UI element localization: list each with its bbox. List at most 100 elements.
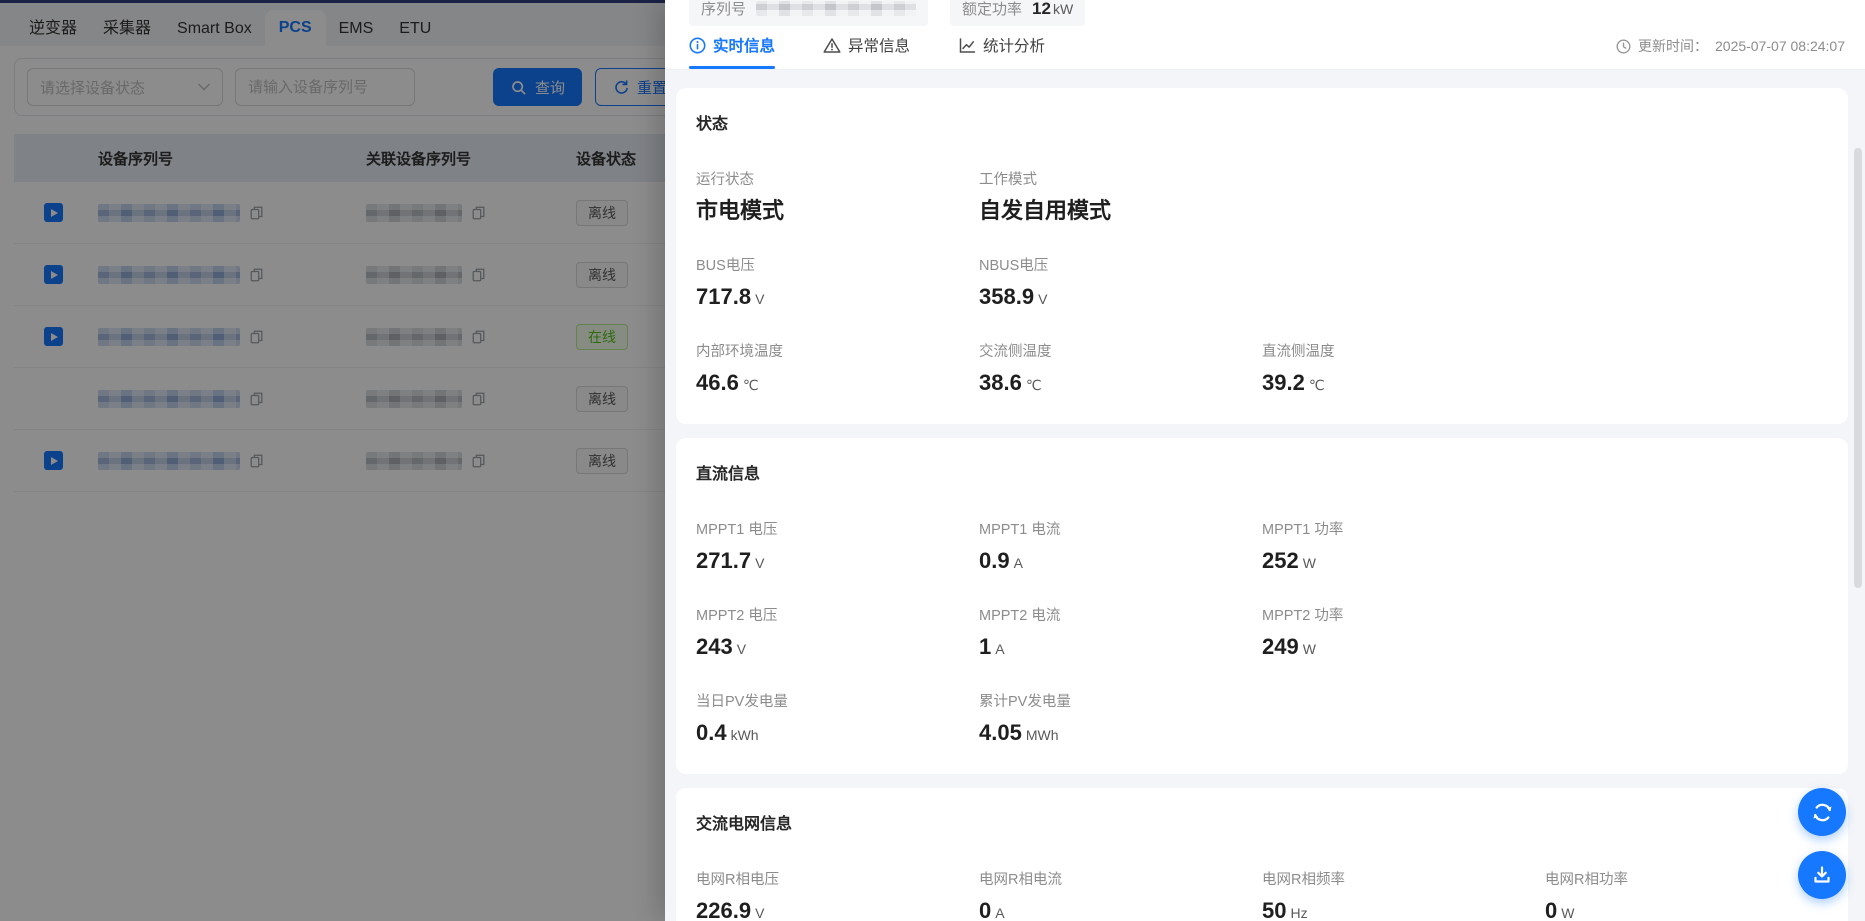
floating-actions [1798,788,1846,899]
metric-value: 717.8V [696,284,979,312]
tab-abnormal-info[interactable]: 异常信息 [823,34,910,69]
metric-unit: ℃ [743,377,759,393]
metric-unit: ℃ [1026,377,1042,393]
clock-icon [1616,39,1631,54]
metric-unit: W [1561,905,1574,921]
metric: MPPT2 功率 249W [1262,604,1545,662]
metric-label: MPPT2 电压 [696,604,979,625]
metric-label: 电网R相电压 [696,868,979,889]
metric-unit: W [1303,641,1316,657]
metric-value: 226.9V [696,898,979,921]
metric: 当日PV发电量 0.4kWh [696,690,979,748]
metric-value: 271.7V [696,548,979,576]
metric: MPPT2 电流 1A [979,604,1262,662]
refresh-fab-button[interactable] [1798,788,1846,836]
metric-label: MPPT1 电流 [979,518,1262,539]
metric-value: 38.6℃ [979,370,1262,398]
metric-value: 46.6℃ [696,370,979,398]
serial-label: 序列号 [701,0,746,19]
metric-row: 内部环境温度 46.6℃ 交流侧温度 38.6℃ 直流侧温度 39.2℃ [696,340,1828,398]
metric-label: NBUS电压 [979,254,1262,275]
metric-label: 累计PV发电量 [979,690,1262,711]
metric-label: 交流侧温度 [979,340,1262,361]
metric-row: MPPT1 电压 271.7V MPPT1 电流 0.9A MPPT1 功率 252W [696,518,1828,576]
drawer-scrollbar[interactable] [1854,148,1862,588]
rated-power-unit: kW [1053,1,1073,17]
metric-label: 内部环境温度 [696,340,979,361]
metric-value: 市电模式 [696,198,979,226]
metric-label: MPPT1 电压 [696,518,979,539]
metric-unit: A [995,905,1004,921]
serial-redacted [756,1,916,16]
metric: NBUS电压 358.9V [979,254,1262,312]
metric: 电网R相电压 226.9V [696,868,979,921]
download-fab-button[interactable] [1798,851,1846,899]
metric-value: 50Hz [1262,898,1545,921]
metric-value: 358.9V [979,284,1262,312]
metric-value: 252W [1262,548,1545,576]
metric-label: 电网R相电流 [979,868,1262,889]
metric-value: 1A [979,634,1262,662]
metric-value: 243V [696,634,979,662]
refresh-icon [1810,800,1835,825]
metric-value: 4.05MWh [979,720,1262,748]
metric-label: 电网R相频率 [1262,868,1545,889]
update-time-value: 2025-07-07 08:24:07 [1715,38,1845,54]
rated-power-chip: 额定功率 12kW [950,0,1085,26]
metric-value: 39.2℃ [1262,370,1545,398]
metric: 电网R相频率 50Hz [1262,868,1545,921]
metric: MPPT1 功率 252W [1262,518,1545,576]
metric: 工作模式自发自用模式 [979,168,1262,226]
metric-label: 电网R相功率 [1545,868,1828,889]
metric-unit: V [1038,291,1047,307]
metric-row: MPPT2 电压 243V MPPT2 电流 1A MPPT2 功率 249W [696,604,1828,662]
metric: 电网R相电流0A [979,868,1262,921]
metric-label: 直流侧温度 [1262,340,1545,361]
metric-value: 0.9A [979,548,1262,576]
metric-label: 当日PV发电量 [696,690,979,711]
metric: 直流侧温度 39.2℃ [1262,340,1545,398]
metric-row: 运行状态市电模式 工作模式自发自用模式 [696,168,1828,226]
metric-unit: Hz [1290,905,1307,921]
line-chart-icon [958,37,976,54]
metric-label: MPPT2 功率 [1262,604,1545,625]
metric-row: BUS电压 717.8V NBUS电压 358.9V [696,254,1828,312]
update-time-label: 更新时间： [1638,36,1708,56]
metric-label: MPPT2 电流 [979,604,1262,625]
metric: MPPT1 电压 271.7V [696,518,979,576]
metric: BUS电压 717.8V [696,254,979,312]
tab-realtime-label: 实时信息 [713,34,775,56]
metric-label: 运行状态 [696,168,979,189]
drawer-serial-row: 序列号 额定功率 12kW [689,0,1841,26]
metric-value: 0W [1545,898,1828,921]
section-title-status: 状态 [696,110,1828,134]
metric-value: 0.4kWh [696,720,979,748]
metric-label: MPPT1 功率 [1262,518,1545,539]
metric-row: 电网R相电压 226.9V 电网R相电流0A 电网R相频率 50Hz 电网R相功率 0… [696,868,1828,921]
metric-unit: V [737,641,746,657]
drawer-header: 序列号 额定功率 12kW 实时信息 异常信息 统计分析 [665,0,1865,70]
metric: 内部环境温度 46.6℃ [696,340,979,398]
metric-unit: V [755,291,764,307]
serial-chip: 序列号 [689,0,928,26]
metric: MPPT2 电压 243V [696,604,979,662]
metric-value: 自发自用模式 [979,198,1262,226]
metric-label: 工作模式 [979,168,1262,189]
status-card: 状态 运行状态市电模式 工作模式自发自用模式 BUS电压 717.8V NBUS电… [676,88,1848,424]
drawer-body: 状态 运行状态市电模式 工作模式自发自用模式 BUS电压 717.8V NBUS电… [665,70,1865,921]
metric-value: 249W [1262,634,1545,662]
metric-unit: V [755,555,764,571]
metric: 运行状态市电模式 [696,168,979,226]
metric-unit: W [1303,555,1316,571]
metric-unit: ℃ [1309,377,1325,393]
tab-statistics[interactable]: 统计分析 [958,34,1045,69]
info-circle-icon [689,37,706,54]
metric-unit: A [995,641,1004,657]
rated-power-label: 额定功率 [962,0,1022,19]
tab-realtime-info[interactable]: 实时信息 [689,34,775,69]
metric-label: BUS电压 [696,254,979,275]
metric-unit: kWh [731,727,759,743]
dc-info-card: 直流信息 MPPT1 电压 271.7V MPPT1 电流 0.9A MPPT1 功… [676,438,1848,774]
warning-triangle-icon [823,37,841,54]
section-title-dc: 直流信息 [696,460,1828,484]
